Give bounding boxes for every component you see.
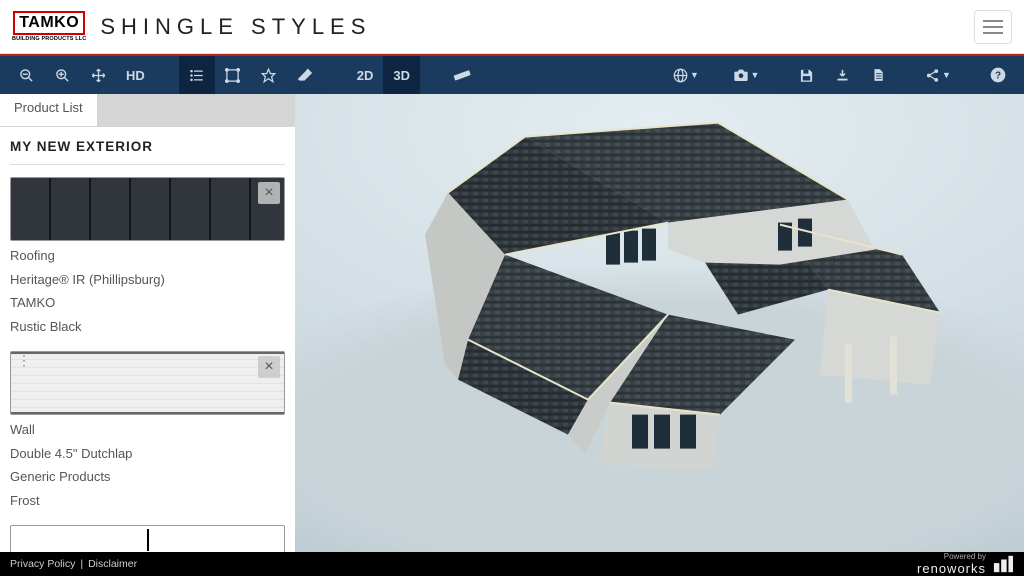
3d-button[interactable]: 3D	[383, 56, 420, 94]
favorite-button[interactable]	[251, 56, 287, 94]
product-panel[interactable]: MY NEW EXTERIOR × Roofing Heritage® IR (…	[0, 126, 295, 552]
toolbar: HD 2D 3D ▼ ▼ ▼ ?	[0, 56, 1024, 94]
privacy-link[interactable]: Privacy Policy	[10, 558, 75, 570]
help-button[interactable]: ?	[980, 56, 1016, 94]
footer-sep: |	[80, 558, 83, 570]
product-color: Frost	[10, 492, 285, 510]
menu-button[interactable]	[974, 10, 1012, 44]
product-name: Double 4.5" Dutchlap	[10, 445, 285, 463]
logo-text: TAMKO	[13, 11, 85, 35]
zoom-out-button[interactable]	[8, 56, 44, 94]
house-model	[350, 105, 970, 525]
move-button[interactable]	[80, 56, 116, 94]
ruler-button[interactable]	[444, 56, 480, 94]
tamko-logo: TAMKO BUILDING PRODUCTS LLC	[12, 11, 86, 42]
list-button[interactable]	[179, 56, 215, 94]
2d-button[interactable]: 2D	[347, 56, 384, 94]
download-button[interactable]	[824, 56, 860, 94]
product-swatch-partial[interactable]	[10, 525, 285, 552]
product-name: Heritage® IR (Phillipsburg)	[10, 271, 285, 289]
renoworks-brand: renoworks	[917, 561, 986, 576]
hd-button[interactable]: HD	[116, 56, 155, 94]
tab-product-list[interactable]: Product List	[0, 94, 98, 126]
powered-by-label: Powered by	[917, 553, 986, 561]
main-area: Product List MY NEW EXTERIOR × Roofing H…	[0, 94, 1024, 552]
product-category: Roofing	[10, 247, 285, 265]
select-button[interactable]	[215, 56, 251, 94]
page-title: SHINGLE STYLES	[100, 14, 371, 40]
eraser-button[interactable]	[287, 56, 323, 94]
remove-product-button[interactable]: ×	[258, 182, 280, 204]
renoworks-icon	[992, 554, 1014, 574]
share-button[interactable]: ▼	[920, 56, 956, 94]
logo-subtext: BUILDING PRODUCTS LLC	[12, 36, 86, 42]
app-header: TAMKO BUILDING PRODUCTS LLC SHINGLE STYL…	[0, 0, 1024, 54]
save-button[interactable]	[788, 56, 824, 94]
product-category: Wall	[10, 421, 285, 439]
product-swatch-wall[interactable]: ⋮ ×	[10, 351, 285, 415]
product-brand: Generic Products	[10, 468, 285, 486]
footer: Privacy Policy | Disclaimer Powered by r…	[0, 552, 1024, 576]
product-item: ⋮ × Wall Double 4.5" Dutchlap Generic Pr…	[10, 351, 285, 509]
render-canvas[interactable]	[295, 94, 1024, 552]
product-swatch-roofing[interactable]: ×	[10, 177, 285, 241]
globe-button[interactable]: ▼	[668, 56, 704, 94]
disclaimer-link[interactable]: Disclaimer	[88, 558, 137, 570]
panel-title: MY NEW EXTERIOR	[10, 139, 285, 154]
product-brand: TAMKO	[10, 294, 285, 312]
product-color: Rustic Black	[10, 318, 285, 336]
sidebar-tabs: Product List	[0, 94, 295, 126]
product-item	[10, 525, 285, 552]
drag-grip-icon[interactable]: ⋮	[17, 358, 29, 363]
document-button[interactable]	[860, 56, 896, 94]
sidebar: Product List MY NEW EXTERIOR × Roofing H…	[0, 94, 295, 552]
product-item: × Roofing Heritage® IR (Phillipsburg) TA…	[10, 177, 285, 335]
svg-text:?: ?	[995, 70, 1001, 81]
zoom-in-button[interactable]	[44, 56, 80, 94]
remove-product-button[interactable]: ×	[258, 356, 280, 378]
camera-button[interactable]: ▼	[728, 56, 764, 94]
divider	[10, 164, 285, 165]
